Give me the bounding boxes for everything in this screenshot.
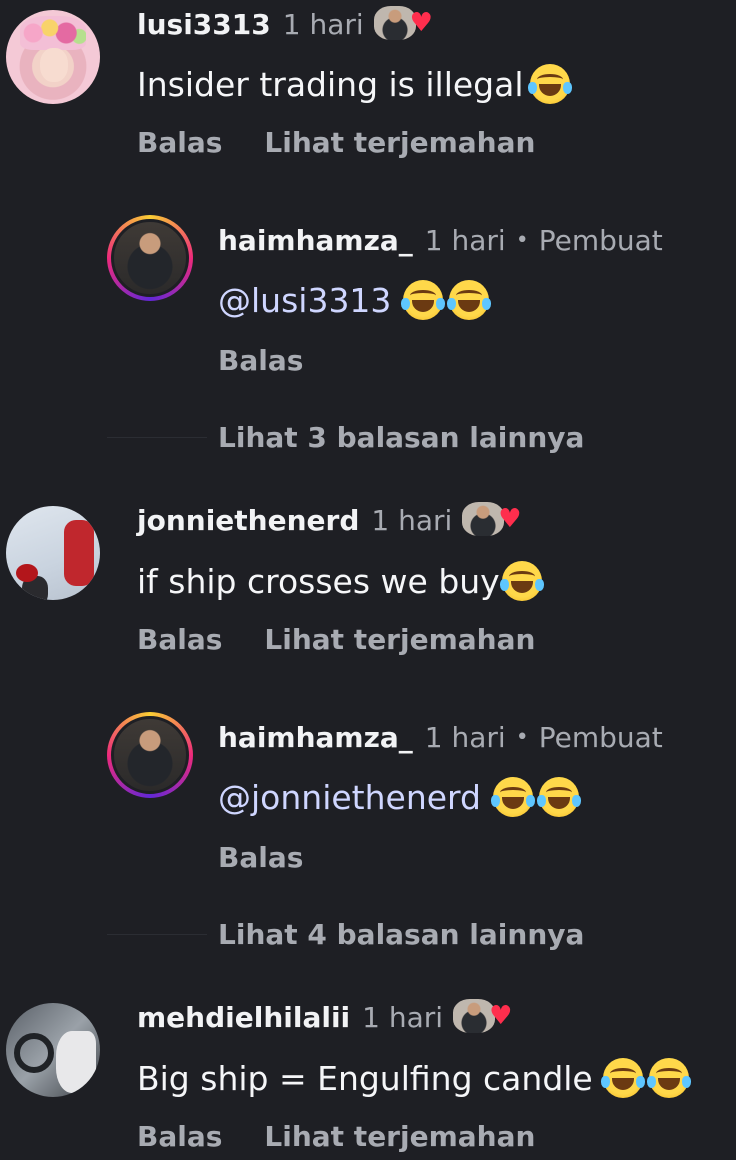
- username-link[interactable]: haimhamza_: [218, 721, 413, 754]
- creator-label: Pembuat: [538, 720, 663, 754]
- tears-of-joy-emoji-icon: [401, 280, 446, 320]
- comment-header: lusi3313 1 hari ♥: [137, 4, 433, 44]
- heart-icon: ♥: [489, 1001, 513, 1031]
- see-translation-button[interactable]: Lihat terjemahan: [264, 623, 535, 656]
- username-link[interactable]: jonniethenerd: [137, 504, 359, 537]
- creator-liked-badge: ♥: [453, 997, 513, 1037]
- avatar-image: [111, 219, 189, 297]
- comment-text: Insider trading is illegal: [137, 64, 524, 104]
- reply-button[interactable]: Balas: [137, 623, 222, 656]
- thread-divider: [107, 934, 207, 935]
- avatar-image: [111, 716, 189, 794]
- comment-header: mehdielhilalii 1 hari ♥: [137, 997, 513, 1037]
- mention-link[interactable]: @jonniethenerd: [218, 778, 481, 817]
- comment-actions: Balas Lihat terjemahan: [137, 122, 535, 162]
- comment-text: Big ship = Engulfing candle: [137, 1058, 593, 1098]
- avatar-jonniethenerd[interactable]: [6, 506, 100, 600]
- avatar-mehdielhilalii[interactable]: [6, 1003, 100, 1097]
- reply-actions: Balas: [218, 837, 303, 877]
- reply-button[interactable]: Balas: [218, 344, 303, 377]
- see-translation-button[interactable]: Lihat terjemahan: [264, 126, 535, 159]
- reply-header: haimhamza_ 1 hari • Pembuat: [218, 717, 663, 757]
- punching-bag-graphic: [64, 520, 94, 586]
- tears-of-joy-emoji-icon: [527, 64, 572, 104]
- comment-actions: Balas Lihat terjemahan: [137, 1116, 535, 1156]
- separator-dot: •: [515, 227, 529, 253]
- username-link[interactable]: haimhamza_: [218, 224, 413, 257]
- thread-divider: [107, 437, 207, 438]
- reply-header: haimhamza_ 1 hari • Pembuat: [218, 220, 663, 260]
- separator-dot: •: [515, 724, 529, 750]
- reply-text-row: @jonniethenerd: [218, 775, 581, 819]
- steering-wheel-graphic: [14, 1033, 54, 1073]
- tears-of-joy-emoji-icon: [447, 280, 492, 320]
- reply-text-row: @lusi3313: [218, 278, 492, 322]
- reply-button[interactable]: Balas: [218, 841, 303, 874]
- comment-actions: Balas Lihat terjemahan: [137, 619, 535, 659]
- comment-text-row: if ship crosses we buy: [137, 559, 544, 603]
- more-replies-row: Lihat 4 balasan lainnya: [218, 914, 584, 954]
- creator-liked-badge: ♥: [462, 500, 522, 540]
- avatar-haimhamza-story-ring[interactable]: [107, 712, 193, 798]
- avatar-haimhamza-story-ring[interactable]: [107, 215, 193, 301]
- heart-icon: ♥: [498, 504, 522, 534]
- reply-button[interactable]: Balas: [137, 126, 222, 159]
- timestamp: 1 hari: [362, 1000, 444, 1034]
- timestamp: 1 hari: [371, 503, 453, 537]
- tears-of-joy-emoji-icon: [490, 777, 535, 817]
- mention-link[interactable]: @lusi3313: [218, 281, 391, 320]
- comment-text: if ship crosses we buy: [137, 561, 500, 601]
- tears-of-joy-emoji-icon: [499, 561, 544, 601]
- creator-liked-badge: ♥: [373, 4, 433, 44]
- comment-text-row: Insider trading is illegal: [137, 62, 572, 106]
- reply-actions: Balas: [218, 340, 303, 380]
- arm-graphic: [56, 1031, 96, 1093]
- comment-header: jonniethenerd 1 hari ♥: [137, 500, 522, 540]
- avatar-lusi3313[interactable]: [6, 10, 100, 104]
- boxing-glove-graphic: [16, 564, 38, 582]
- reply-button[interactable]: Balas: [137, 1120, 222, 1153]
- creator-label: Pembuat: [538, 223, 663, 257]
- more-replies-row: Lihat 3 balasan lainnya: [218, 417, 584, 457]
- flower-crown-graphic: [20, 16, 86, 50]
- tears-of-joy-emoji-icon: [536, 777, 581, 817]
- tears-of-joy-emoji-icon: [600, 1058, 645, 1098]
- timestamp: 1 hari: [424, 720, 506, 754]
- timestamp: 1 hari: [282, 7, 364, 41]
- comment-text-row: Big ship = Engulfing candle: [137, 1056, 691, 1100]
- face-graphic: [40, 48, 68, 82]
- heart-icon: ♥: [409, 8, 433, 38]
- timestamp: 1 hari: [424, 223, 506, 257]
- view-more-replies-button[interactable]: Lihat 3 balasan lainnya: [218, 421, 584, 454]
- tears-of-joy-emoji-icon: [646, 1058, 691, 1098]
- username-link[interactable]: mehdielhilalii: [137, 1001, 350, 1034]
- see-translation-button[interactable]: Lihat terjemahan: [264, 1120, 535, 1153]
- view-more-replies-button[interactable]: Lihat 4 balasan lainnya: [218, 918, 584, 951]
- username-link[interactable]: lusi3313: [137, 8, 271, 41]
